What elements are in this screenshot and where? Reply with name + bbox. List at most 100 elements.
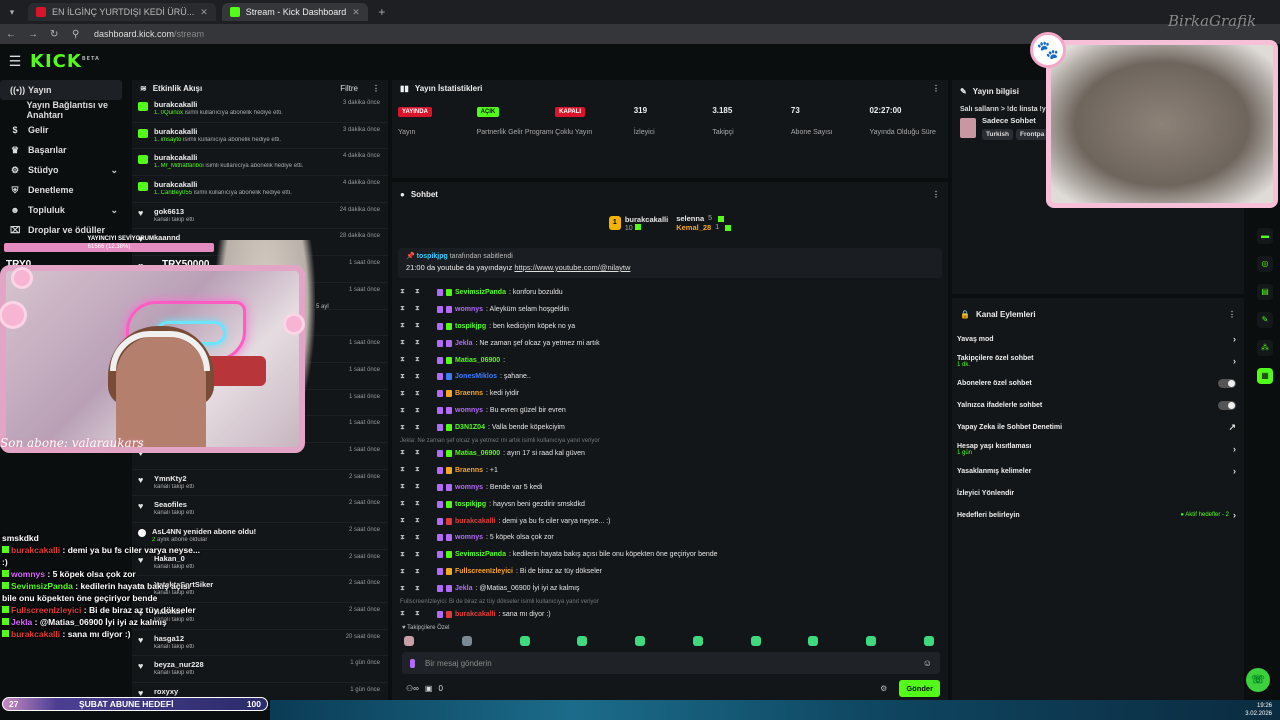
emote-icon[interactable] xyxy=(750,636,761,646)
chevron-right-icon[interactable]: › xyxy=(1233,510,1236,520)
chevron-right-icon[interactable]: › xyxy=(1233,356,1236,366)
chat-username[interactable]: Jekla xyxy=(455,585,473,592)
pinned-link[interactable]: https://www.youtube.com/@nilaytw xyxy=(514,263,630,272)
activity-row[interactable]: burakcakalli 1. imsayto isimli kullanıcıy… xyxy=(132,123,388,150)
mod-tools-icon[interactable]: ⧗ ⧗ xyxy=(400,373,434,381)
share-icon[interactable]: ⁂ xyxy=(1257,340,1273,356)
external-link-icon[interactable]: ↗ xyxy=(1228,422,1236,433)
chat-username[interactable]: JonesMiklos xyxy=(455,373,497,380)
close-tab-icon[interactable]: ✕ xyxy=(200,7,208,18)
mod-tools-icon[interactable]: ⧗ ⧗ xyxy=(400,534,434,542)
chat-message[interactable]: ⧗ ⧗ SevimsizPanda: kedilerin hayata bakış… xyxy=(400,546,940,563)
chevron-right-icon[interactable]: › xyxy=(1233,466,1236,476)
chat-username[interactable]: womnys xyxy=(455,407,483,414)
chat-message[interactable]: ⧗ ⧗ SevimsizPanda: konforu bozuldu xyxy=(400,284,940,301)
chat-message[interactable]: ⧗ ⧗ Jekla: @Matias_06900 İyi iyi az kalmı… xyxy=(400,580,940,597)
chat-username[interactable]: womnys xyxy=(455,484,483,491)
chat-username[interactable]: Braenns xyxy=(455,390,483,397)
close-tab-icon[interactable]: ✕ xyxy=(352,7,360,18)
chevron-right-icon[interactable]: › xyxy=(1233,334,1236,344)
chat-message[interactable]: ⧗ ⧗ Jekla: Ne zaman şef olcaz ya yetmez m… xyxy=(400,335,940,352)
mod-tools-icon[interactable]: ⧗ ⧗ xyxy=(400,466,434,474)
activity-row[interactable]: burakcakalli 1. 0Quinox isimli kullanıcıy… xyxy=(132,96,388,123)
emote-icon[interactable] xyxy=(866,636,877,646)
send-button[interactable]: Gönder xyxy=(899,679,940,697)
more-options-icon[interactable]: ⋮ xyxy=(932,190,940,199)
mod-tools-icon[interactable]: ⧗ ⧗ xyxy=(400,424,434,432)
emote-icon[interactable] xyxy=(577,636,588,646)
more-options-icon[interactable]: ⋮ xyxy=(372,84,380,93)
emote-icon[interactable] xyxy=(519,636,530,646)
chat-username[interactable]: D3N1Z04 xyxy=(455,424,485,431)
browser-tab-youtube[interactable]: EN İLGİNÇ YURTDIŞI KEDİ ÜRÜ... ✕ xyxy=(28,3,216,21)
nav-item-6[interactable]: ☻ Topluluk ⌄ xyxy=(0,200,128,220)
mod-tools-icon[interactable]: ⧗ ⧗ xyxy=(400,568,434,576)
mod-tools-icon[interactable]: ⧗ ⧗ xyxy=(400,517,434,525)
emote-icon[interactable] xyxy=(461,636,472,646)
channel-action-row[interactable]: İzleyici Yönlendir xyxy=(952,482,1244,504)
chat-username[interactable]: Matias_06900 xyxy=(455,450,500,457)
mod-tools-icon[interactable]: ⧗ ⧗ xyxy=(400,339,434,347)
reload-icon[interactable]: ↻ xyxy=(50,29,60,40)
browser-tab-kick[interactable]: Stream - Kick Dashboard ✕ xyxy=(221,3,368,21)
broadcast-icon[interactable]: ◎ xyxy=(1257,256,1273,272)
chat-username[interactable]: Jekla xyxy=(455,340,473,347)
toggle-switch[interactable] xyxy=(1218,378,1236,388)
channel-action-row[interactable]: Yavaş mod › xyxy=(952,328,1244,350)
chat-message[interactable]: ⧗ ⧗ Braenns: +1 xyxy=(400,462,940,479)
new-tab-button[interactable]: + xyxy=(374,5,390,19)
chevron-down-icon[interactable]: ⌄ xyxy=(110,205,118,216)
chat-settings-icon[interactable]: ⚙ xyxy=(880,684,887,693)
activity-row[interactable]: ♥ Seaofiles kanalı takip etti 2 saat önce xyxy=(132,496,388,523)
url-field[interactable]: dashboard.kick.com/stream xyxy=(94,29,204,39)
nav-item-5[interactable]: ⛨ Denetleme xyxy=(0,180,128,200)
chevron-right-icon[interactable]: › xyxy=(1233,444,1236,454)
channel-action-row[interactable]: Abonelere özel sohbet xyxy=(952,372,1244,394)
tab-search-icon[interactable]: ▾ xyxy=(2,3,22,21)
mod-tools-icon[interactable]: ⧗ ⧗ xyxy=(400,551,434,559)
chat-username[interactable]: Braenns xyxy=(455,467,483,474)
mod-tools-icon[interactable]: ⧗ ⧗ xyxy=(400,610,434,618)
emote-icon[interactable] xyxy=(808,636,819,646)
help-chat-button[interactable]: ☏ xyxy=(1246,668,1270,692)
emote-icon[interactable] xyxy=(635,636,646,646)
mod-tools-icon[interactable]: ⧗ ⧗ xyxy=(400,305,434,313)
more-options-icon[interactable]: ⋮ xyxy=(1228,310,1236,319)
nav-item-4[interactable]: ⚙ Stüdyo ⌄ xyxy=(0,160,128,180)
nav-item-2[interactable]: $ Gelir xyxy=(0,120,128,140)
top-gifter[interactable]: 1 burakcakalli 10 xyxy=(608,215,668,232)
mod-tools-icon[interactable]: ⧗ ⧗ xyxy=(400,449,434,457)
channel-action-row[interactable]: Yalnızca ifadelerle sohbet xyxy=(952,394,1244,416)
chat-message[interactable]: ⧗ ⧗ tospikjpg: hayvsn beni gezdirir smskd… xyxy=(400,496,940,513)
channel-action-row[interactable]: Hesap yaşı kısıtlaması 1 gün › xyxy=(952,438,1244,460)
nav-item-1[interactable]: Yayın Bağlantısı ve Anahtarı xyxy=(0,100,128,120)
chat-message[interactable]: ⧗ ⧗ Matias_06900: ayın 17 si raad kal güv… xyxy=(400,445,940,462)
chat-message[interactable]: ⧗ ⧗ womnys: Bende var 5 kedi xyxy=(400,479,940,496)
emoji-icon[interactable]: ☺ xyxy=(923,658,932,668)
chat-message[interactable]: ⧗ ⧗ burakcakalli: demi ya bu fs ciler var… xyxy=(400,513,940,530)
filter-button[interactable]: Filtre xyxy=(340,84,358,93)
chat-input[interactable]: Bir mesaj gönderin ☺ xyxy=(402,652,940,674)
chat-message[interactable]: ⧗ ⧗ womnys: Bu evren güzel bir evren xyxy=(400,402,940,419)
layout-icon[interactable]: ▤ xyxy=(1257,284,1273,300)
mod-tools-icon[interactable]: ⧗ ⧗ xyxy=(400,356,434,364)
chat-message[interactable]: ⧗ ⧗ FullscreenIzleyici: Bi de biraz az tü… xyxy=(400,563,940,580)
nav-item-3[interactable]: ♛ Başarılar xyxy=(0,140,128,160)
chat-username[interactable]: FullscreenIzleyici xyxy=(455,568,513,575)
more-options-icon[interactable]: ⋮ xyxy=(932,84,940,93)
chat-username[interactable]: burakcakalli xyxy=(455,611,495,618)
mod-tools-icon[interactable]: ⧗ ⧗ xyxy=(400,407,434,415)
chat-username[interactable]: womnys xyxy=(455,306,483,313)
chat-username[interactable]: SevimsizPanda xyxy=(455,289,506,296)
mod-tools-icon[interactable]: ⧗ ⧗ xyxy=(400,500,434,508)
chevron-down-icon[interactable]: ⌄ xyxy=(110,165,118,176)
emote-icon[interactable] xyxy=(923,636,934,646)
chat-message[interactable]: ⧗ ⧗ Braenns: kedi iyidir xyxy=(400,385,940,402)
chat-message[interactable]: ⧗ ⧗ burakcakalli: sana mı diyor :) xyxy=(400,606,940,620)
system-clock[interactable]: 19:26 3.02.2026 xyxy=(1245,702,1272,718)
users-icon[interactable]: ⚇∞ xyxy=(406,684,419,693)
chat-username[interactable]: tospikjpg xyxy=(455,323,486,330)
activity-row[interactable]: burakcakalli 1. Mr_Mithatfanboi isimli ku… xyxy=(132,149,388,177)
activity-row[interactable]: ♥ beyza_nur228 kanalı takip etti 1 gün önce xyxy=(132,656,388,684)
activity-row[interactable]: ♥ gok6613 kanalı takip etti 24 dakika önce xyxy=(132,203,388,230)
